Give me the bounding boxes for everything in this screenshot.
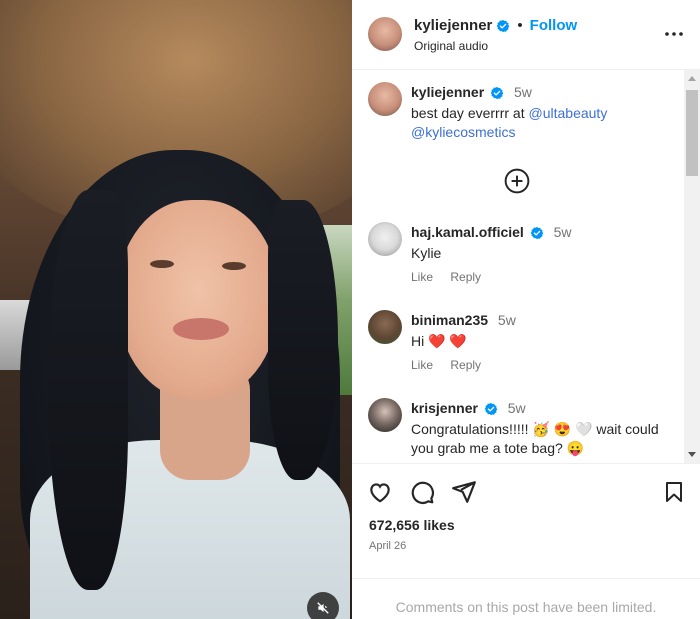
post-actions bbox=[352, 478, 700, 514]
muted-speaker-icon bbox=[317, 602, 329, 614]
more-options-button[interactable] bbox=[662, 22, 686, 46]
comment-item: krisjenner 5w Congratulations!!!!! 🥳 😍 🤍… bbox=[352, 398, 684, 463]
heart-icon bbox=[370, 483, 390, 503]
comment-actions: Like Reply bbox=[411, 270, 495, 284]
mute-button[interactable] bbox=[307, 592, 339, 619]
verified-badge-icon bbox=[484, 403, 498, 416]
post-header: kyliejenner • Follow Original audio bbox=[352, 0, 700, 70]
comment-username[interactable]: krisjenner bbox=[411, 400, 478, 416]
post-date: April 26 bbox=[369, 540, 407, 552]
commenter-avatar[interactable] bbox=[368, 398, 402, 432]
commenter-avatar[interactable] bbox=[368, 310, 402, 344]
comments-scrollbar[interactable] bbox=[684, 70, 700, 464]
comments-limited-notice: Comments on this post have been limited. bbox=[352, 578, 700, 619]
comment-icon bbox=[411, 481, 434, 504]
caption-text: best day everrrr at @ultabeauty @kylieco… bbox=[411, 104, 671, 142]
caption-time: 5w bbox=[513, 84, 532, 100]
caption: kyliejenner 5w best day everrrr at @ulta… bbox=[352, 82, 684, 162]
comment-username[interactable]: biniman235 bbox=[411, 312, 488, 328]
author-username[interactable]: kyliejenner bbox=[414, 17, 492, 34]
comment-text: Kylie bbox=[411, 245, 442, 261]
share-icon bbox=[452, 481, 476, 503]
audio-label[interactable]: Original audio bbox=[414, 39, 488, 53]
author-avatar[interactable] bbox=[368, 82, 402, 116]
reply-button[interactable]: Reply bbox=[450, 358, 481, 372]
separator-dot: • bbox=[517, 17, 523, 34]
comment-actions: Like Reply bbox=[411, 358, 495, 372]
bookmark-icon bbox=[666, 482, 682, 502]
share-button[interactable] bbox=[450, 478, 478, 506]
save-button[interactable] bbox=[660, 478, 688, 506]
scroll-thumb[interactable] bbox=[686, 90, 698, 176]
comment-username[interactable]: haj.kamal.officiel bbox=[411, 224, 524, 240]
hair-front-right bbox=[268, 200, 338, 480]
lips bbox=[173, 318, 229, 340]
caption-header: kyliejenner 5w bbox=[411, 84, 532, 100]
scroll-down-arrow[interactable] bbox=[688, 452, 696, 457]
mention-link[interactable]: @kyliecosmetics bbox=[411, 124, 515, 140]
follow-button[interactable]: Follow bbox=[530, 17, 578, 34]
hair-front-left bbox=[48, 190, 128, 590]
eye-left bbox=[150, 260, 174, 268]
comment-time: 5w bbox=[497, 312, 516, 328]
video-player[interactable] bbox=[0, 0, 352, 619]
caption-username[interactable]: kyliejenner bbox=[411, 84, 484, 100]
reply-button[interactable]: Reply bbox=[450, 270, 481, 284]
author-avatar[interactable] bbox=[368, 17, 402, 51]
verified-badge-icon bbox=[490, 87, 504, 100]
comment-time: 5w bbox=[507, 400, 526, 416]
comment-text: Hi ❤️ ❤️ bbox=[411, 333, 467, 349]
comment-header: biniman235 5w bbox=[411, 312, 516, 328]
caption-prefix: best day everrrr at bbox=[411, 105, 529, 121]
plus-circle-icon[interactable] bbox=[504, 168, 530, 194]
scroll-up-arrow[interactable] bbox=[688, 76, 696, 81]
comment-header: krisjenner 5w bbox=[411, 400, 526, 416]
comment-text: Congratulations!!!!! 🥳 😍 🤍 wait could yo… bbox=[411, 421, 659, 456]
post-panel: kyliejenner • Follow Original audio kyli… bbox=[352, 0, 700, 619]
like-comment-button[interactable]: Like bbox=[411, 358, 433, 372]
comment-button[interactable] bbox=[408, 478, 436, 506]
author-line: kyliejenner • Follow bbox=[414, 17, 577, 34]
comment-item: biniman235 5w Hi ❤️ ❤️ Like Reply bbox=[352, 310, 684, 385]
comment-item: haj.kamal.officiel 5w Kylie Like Reply bbox=[352, 222, 684, 297]
verified-badge-icon bbox=[497, 19, 510, 32]
comments-list[interactable]: kyliejenner 5w best day everrrr at @ulta… bbox=[352, 70, 684, 464]
face bbox=[118, 200, 278, 400]
like-comment-button[interactable]: Like bbox=[411, 270, 433, 284]
comment-header: haj.kamal.officiel 5w bbox=[411, 224, 572, 240]
verified-badge-icon bbox=[530, 227, 544, 240]
likes-count[interactable]: 672,656 likes bbox=[369, 517, 455, 533]
eye-right bbox=[222, 262, 246, 270]
comment-time: 5w bbox=[553, 224, 572, 240]
mention-link[interactable]: @ultabeauty bbox=[529, 105, 608, 121]
more-options-icon bbox=[665, 32, 683, 36]
commenter-avatar[interactable] bbox=[368, 222, 402, 256]
like-button[interactable] bbox=[366, 478, 394, 506]
